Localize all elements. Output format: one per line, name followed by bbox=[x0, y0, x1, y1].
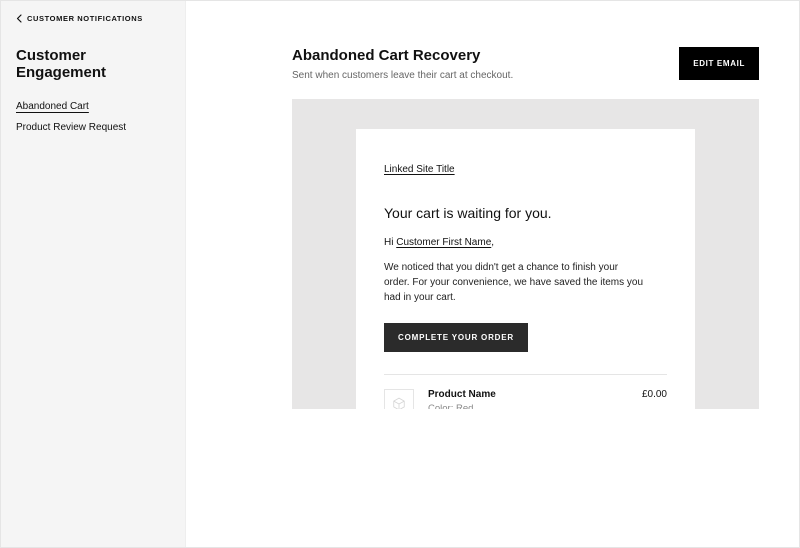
page-title: Abandoned Cart Recovery bbox=[292, 47, 513, 64]
page-header-text: Abandoned Cart Recovery Sent when custom… bbox=[292, 47, 513, 81]
package-icon bbox=[392, 397, 406, 409]
sidebar-item-product-review[interactable]: Product Review Request bbox=[16, 122, 170, 133]
greeting-name-variable[interactable]: Customer First Name bbox=[396, 237, 491, 248]
email-heading: Your cart is waiting for you. bbox=[384, 205, 667, 221]
sidebar-section-title: Customer Engagement bbox=[16, 47, 170, 81]
product-meta: Product Name Color: Red Size: Medium bbox=[428, 389, 628, 409]
greeting-suffix: , bbox=[491, 237, 494, 248]
email-greeting: Hi Customer First Name, bbox=[384, 237, 667, 248]
email-card: Linked Site Title Your cart is waiting f… bbox=[356, 129, 695, 409]
divider bbox=[384, 374, 667, 375]
page-subtitle: Sent when customers leave their cart at … bbox=[292, 70, 513, 81]
sidebar: CUSTOMER NOTIFICATIONS Customer Engageme… bbox=[1, 1, 186, 547]
page-header: Abandoned Cart Recovery Sent when custom… bbox=[292, 47, 759, 81]
chevron-left-icon bbox=[16, 14, 22, 23]
product-row: Product Name Color: Red Size: Medium £0.… bbox=[384, 389, 667, 409]
email-preview-frame: Linked Site Title Your cart is waiting f… bbox=[292, 99, 759, 409]
edit-email-button[interactable]: EDIT EMAIL bbox=[679, 47, 759, 80]
breadcrumb[interactable]: CUSTOMER NOTIFICATIONS bbox=[16, 14, 170, 23]
product-thumbnail bbox=[384, 389, 414, 409]
sidebar-item-abandoned-cart[interactable]: Abandoned Cart bbox=[16, 101, 170, 112]
app-frame: CUSTOMER NOTIFICATIONS Customer Engageme… bbox=[0, 0, 800, 548]
product-color: Color: Red bbox=[428, 403, 628, 409]
main-panel: Abandoned Cart Recovery Sent when custom… bbox=[186, 1, 799, 547]
complete-order-button[interactable]: COMPLETE YOUR ORDER bbox=[384, 323, 528, 352]
site-title-link[interactable]: Linked Site Title bbox=[384, 164, 455, 175]
email-body: We noticed that you didn't get a chance … bbox=[384, 260, 644, 305]
product-name: Product Name bbox=[428, 389, 628, 400]
product-price: £0.00 bbox=[642, 389, 667, 400]
breadcrumb-label: CUSTOMER NOTIFICATIONS bbox=[27, 14, 143, 23]
greeting-prefix: Hi bbox=[384, 237, 396, 248]
